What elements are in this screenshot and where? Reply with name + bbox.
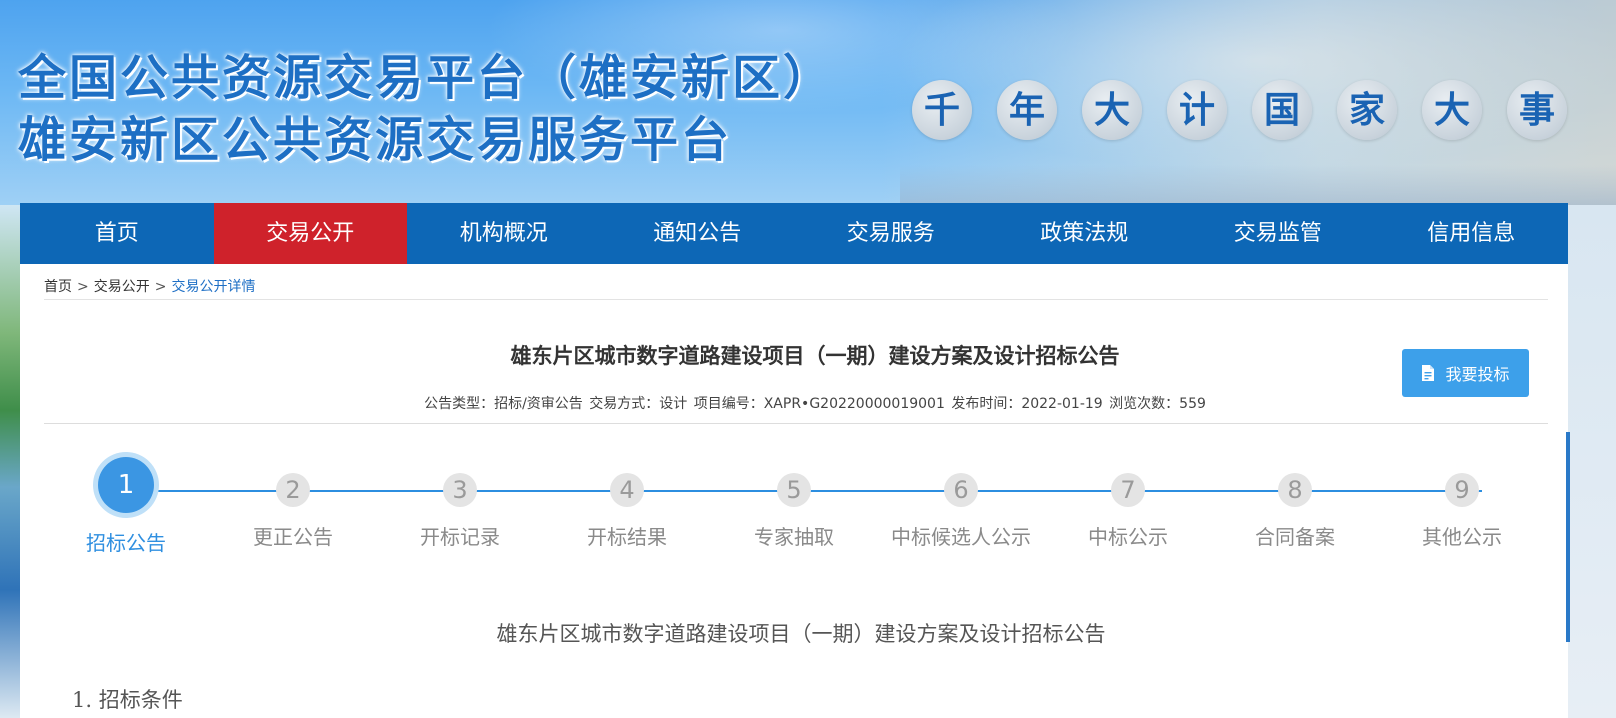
nav-item-home[interactable]: 首页 bbox=[20, 203, 214, 264]
step-number: 6 bbox=[944, 473, 978, 507]
meta-type: 公告类型：招标/资审公告 bbox=[424, 396, 583, 412]
meta-project-no: 项目编号：XAPR•G20220000019001 bbox=[693, 396, 945, 412]
nav-item-policy[interactable]: 政策法规 bbox=[988, 203, 1182, 264]
step-candidate-publicity[interactable]: 6 中标候选人公示 bbox=[876, 473, 1046, 550]
meta-views: 浏览次数：559 bbox=[1109, 396, 1206, 412]
step-expert-selection[interactable]: 5 专家抽取 bbox=[709, 473, 879, 550]
notice-meta: 公告类型：招标/资审公告 交易方式：设计 项目编号：XAPR•G20220000… bbox=[20, 393, 1568, 413]
breadcrumb-home[interactable]: 首页 bbox=[44, 279, 72, 295]
bid-button-label: 我要投标 bbox=[1445, 365, 1510, 384]
nav-item-trade-public[interactable]: 交易公开 bbox=[213, 203, 407, 264]
slogan-char: 事 bbox=[1507, 80, 1567, 140]
slogan-char: 千 bbox=[912, 80, 972, 140]
step-label: 其他公示 bbox=[1422, 525, 1502, 549]
nav-item-credit[interactable]: 信用信息 bbox=[1375, 203, 1569, 264]
meta-publish-time: 发布时间：2022-01-19 bbox=[951, 396, 1103, 412]
site-title-line2: 雄安新区公共资源交易服务平台 bbox=[18, 112, 733, 168]
step-label: 开标记录 bbox=[420, 525, 500, 549]
breadcrumb-current[interactable]: 交易公开详情 bbox=[171, 279, 255, 295]
header-banner: 全国公共资源交易平台（雄安新区） 雄安新区公共资源交易服务平台 千 年 大 计 … bbox=[0, 0, 1616, 205]
step-number: 4 bbox=[610, 473, 644, 507]
side-accent-bar bbox=[1566, 432, 1570, 642]
notice-title: 雄东片区城市数字道路建设项目（一期）建设方案及设计招标公告 bbox=[510, 344, 1120, 368]
step-label: 专家抽取 bbox=[754, 525, 834, 549]
main-nav: 首页 交易公开 机构概况 通知公告 交易服务 政策法规 交易监管 信用信息 bbox=[20, 203, 1568, 264]
document-icon bbox=[1422, 365, 1435, 381]
step-opening-result[interactable]: 4 开标结果 bbox=[542, 473, 712, 550]
step-contract-filing[interactable]: 8 合同备案 bbox=[1210, 473, 1380, 550]
step-number: 3 bbox=[443, 473, 477, 507]
meta-method: 交易方式：设计 bbox=[589, 396, 688, 412]
nav-item-trade-service[interactable]: 交易服务 bbox=[794, 203, 988, 264]
bid-button[interactable]: 我要投标 bbox=[1402, 349, 1529, 397]
step-label: 招标公告 bbox=[86, 531, 166, 555]
content-panel: 首页 > 交易公开 > 交易公开详情 雄东片区城市数字道路建设项目（一期）建设方案及设计… bbox=[20, 264, 1568, 718]
slogan-char: 大 bbox=[1422, 80, 1482, 140]
step-number: 8 bbox=[1278, 473, 1312, 507]
step-tender-notice[interactable]: 1 招标公告 bbox=[41, 457, 211, 556]
step-opening-record[interactable]: 3 开标记录 bbox=[375, 473, 545, 550]
step-label: 中标候选人公示 bbox=[891, 525, 1031, 549]
step-award-publicity[interactable]: 7 中标公示 bbox=[1043, 473, 1213, 550]
banner-skyline bbox=[900, 165, 1616, 205]
step-number: 5 bbox=[777, 473, 811, 507]
step-label: 合同备案 bbox=[1255, 525, 1335, 549]
divider bbox=[44, 423, 1548, 424]
step-number: 7 bbox=[1111, 473, 1145, 507]
document-section-title: 1. 招标条件 bbox=[72, 688, 183, 712]
step-number: 1 bbox=[98, 457, 154, 513]
step-correction-notice[interactable]: 2 更正公告 bbox=[208, 473, 378, 550]
slogan-char: 计 bbox=[1167, 80, 1227, 140]
slogan-char: 年 bbox=[997, 80, 1057, 140]
background-scenery-right bbox=[1568, 205, 1616, 718]
breadcrumb: 首页 > 交易公开 > 交易公开详情 bbox=[44, 276, 255, 296]
slogan-char: 大 bbox=[1082, 80, 1142, 140]
site-title-line1: 全国公共资源交易平台（雄安新区） bbox=[18, 50, 835, 106]
step-label: 中标公示 bbox=[1088, 525, 1168, 549]
divider bbox=[44, 299, 1548, 300]
step-other-publicity[interactable]: 9 其他公示 bbox=[1377, 473, 1547, 550]
background-scenery-left bbox=[0, 205, 20, 718]
breadcrumb-separator: > bbox=[77, 279, 89, 295]
slogan-char: 家 bbox=[1337, 80, 1397, 140]
step-label: 更正公告 bbox=[253, 525, 333, 549]
step-label: 开标结果 bbox=[587, 525, 667, 549]
step-number: 2 bbox=[276, 473, 310, 507]
slogan: 千 年 大 计 国 家 大 事 bbox=[912, 80, 1592, 140]
nav-item-notices[interactable]: 通知公告 bbox=[601, 203, 795, 264]
slogan-char: 国 bbox=[1252, 80, 1312, 140]
step-number: 9 bbox=[1445, 473, 1479, 507]
document-heading: 雄东片区城市数字道路建设项目（一期）建设方案及设计招标公告 bbox=[496, 622, 1106, 646]
nav-item-institution[interactable]: 机构概况 bbox=[407, 203, 601, 264]
breadcrumb-trade-public[interactable]: 交易公开 bbox=[94, 279, 150, 295]
breadcrumb-separator: > bbox=[154, 279, 167, 295]
nav-item-supervision[interactable]: 交易监管 bbox=[1181, 203, 1375, 264]
